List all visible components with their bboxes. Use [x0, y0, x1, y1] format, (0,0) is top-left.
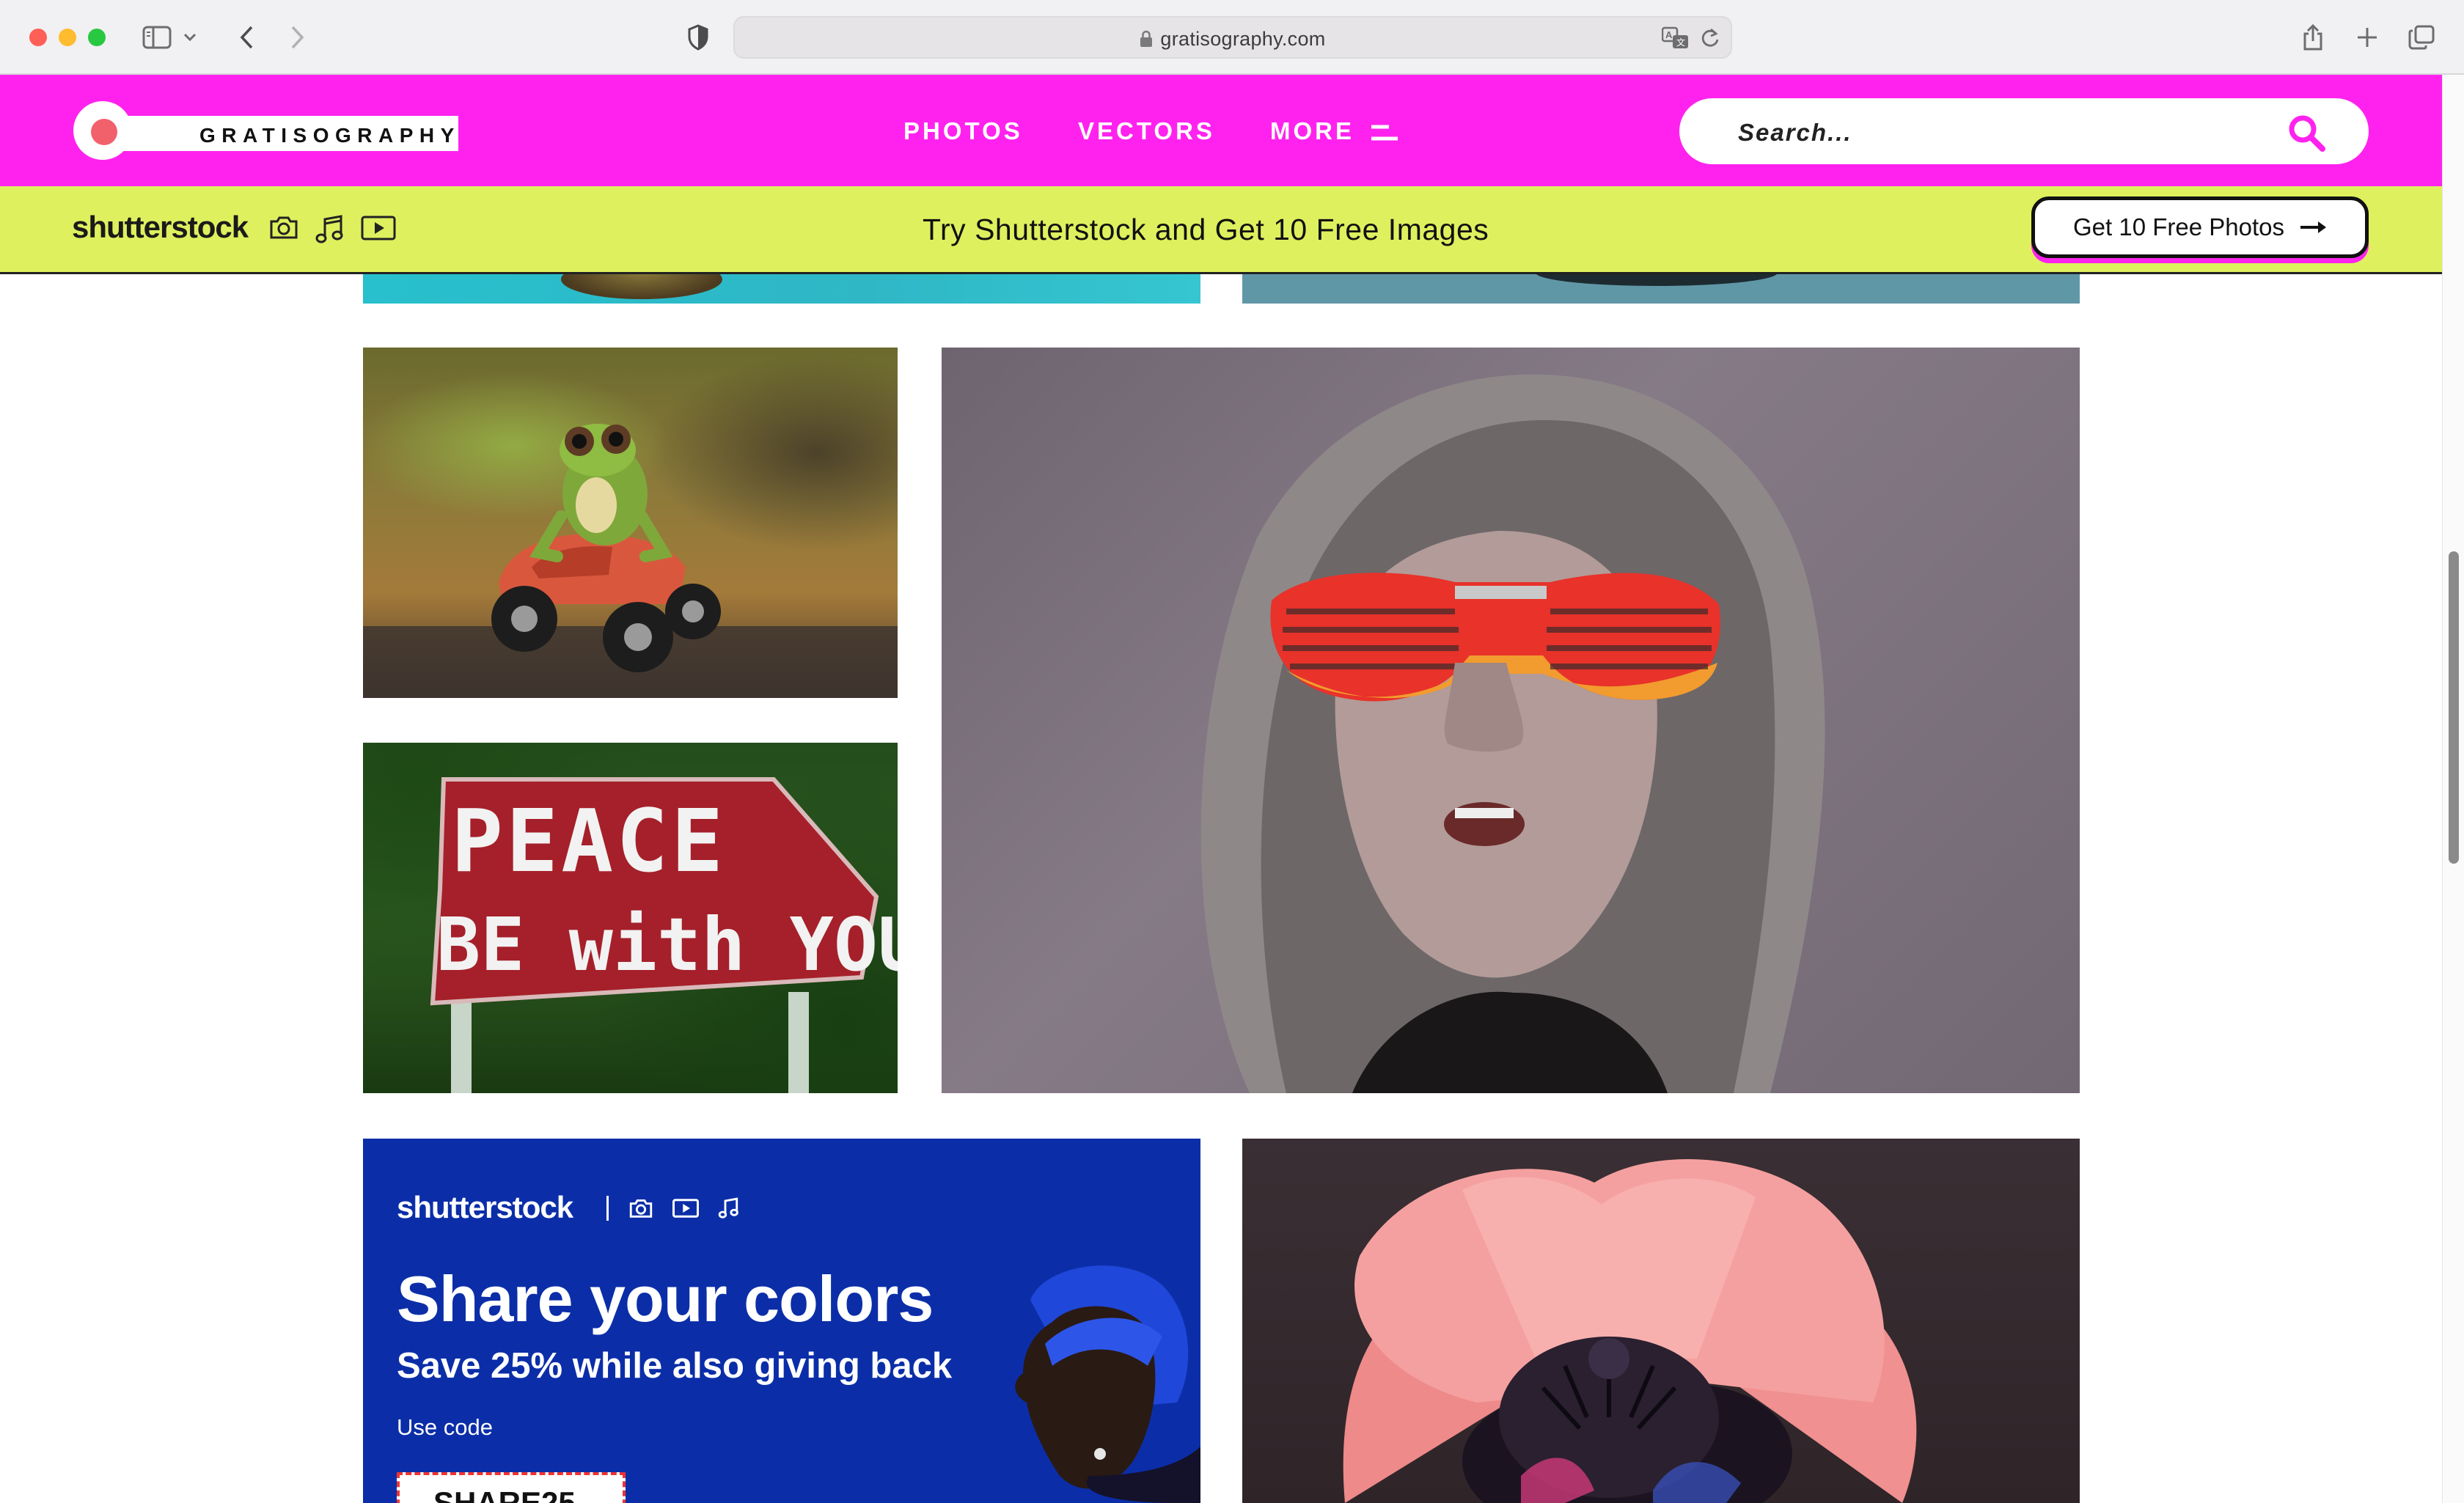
photo-peace-sign[interactable]: PEACE BE with YOU!: [363, 743, 898, 1093]
chevron-down-icon[interactable]: [179, 21, 201, 54]
peace-sign-line2: BE with YOU!: [436, 902, 898, 988]
get-free-photos-label: Get 10 Free Photos: [2073, 213, 2284, 240]
tabs-overview-icon[interactable]: [2404, 21, 2439, 54]
promo-text: Try Shutterstock and Get 10 Free Images: [923, 213, 1489, 246]
shutterstock-promo-bar: shutterstock Try Shutterstock and Get 10…: [0, 186, 2442, 274]
search-icon[interactable]: [2287, 113, 2326, 152]
site-header: GRATISOGRAPHY PHOTOS VECTORS MORE: [0, 75, 2442, 186]
svg-text:文: 文: [1676, 37, 1685, 48]
search-box: [1679, 98, 2369, 164]
media-type-icons: [268, 214, 396, 245]
svg-text:A: A: [1665, 29, 1673, 40]
ad-media-icons: [628, 1197, 740, 1219]
camera-icon: [628, 1197, 653, 1219]
close-window-button[interactable]: [29, 29, 47, 46]
ad-headline: Share your colors: [397, 1263, 934, 1335]
arrow-right-icon: [2299, 220, 2327, 235]
music-note-icon: [315, 214, 345, 245]
logo-dot: [91, 119, 117, 145]
ad-divider: [606, 1196, 609, 1221]
reload-icon[interactable]: [1700, 27, 1720, 49]
lock-icon: [1140, 30, 1153, 48]
translate-icon[interactable]: A文: [1662, 26, 1690, 50]
menu-icon[interactable]: [1370, 123, 1399, 142]
photo-man-shutter-shades[interactable]: [942, 348, 2080, 1093]
share-icon[interactable]: [2295, 21, 2331, 54]
address-bar[interactable]: gratisography.com A文: [733, 16, 1732, 59]
nav-vectors[interactable]: VECTORS: [1078, 117, 1215, 145]
photo-frog-on-car[interactable]: [363, 348, 898, 698]
photo-tile[interactable]: [1242, 274, 2080, 304]
music-note-icon: [718, 1197, 740, 1219]
zoom-window-button[interactable]: [88, 29, 106, 46]
photo-subject: [1536, 274, 1778, 286]
page-scrollbar[interactable]: [2442, 75, 2464, 1503]
ad-shutterstock-logo: shutterstock: [397, 1190, 573, 1224]
url-text: gratisography.com: [1160, 28, 1326, 50]
back-icon[interactable]: [229, 21, 264, 54]
scrollbar-thumb[interactable]: [2449, 551, 2459, 864]
new-tab-icon[interactable]: [2350, 21, 2385, 54]
logo-circle: [73, 101, 132, 160]
photo-pink-poppy[interactable]: [1242, 1139, 2080, 1503]
photo-tile[interactable]: [363, 274, 1200, 304]
nav-more[interactable]: MORE: [1270, 117, 1354, 145]
nav-photos[interactable]: PHOTOS: [903, 117, 1023, 145]
get-free-photos-button[interactable]: Get 10 Free Photos: [2031, 196, 2369, 258]
shutterstock-logo[interactable]: shutterstock: [72, 210, 249, 245]
peace-sign-line1: PEACE: [451, 790, 726, 892]
site-logo[interactable]: GRATISOGRAPHY: [73, 101, 461, 160]
video-icon: [672, 1197, 699, 1219]
ad-subheadline: Save 25% while also giving back: [397, 1346, 953, 1386]
logo-text: GRATISOGRAPHY: [199, 124, 461, 147]
search-input[interactable]: [1737, 116, 2238, 150]
camera-icon: [268, 214, 299, 245]
ad-model-image: [942, 1256, 1200, 1503]
browser-toolbar: gratisography.com A文: [0, 0, 2464, 75]
ad-use-code-label: Use code: [397, 1414, 493, 1440]
video-icon: [361, 214, 396, 245]
ad-promo-code: SHARE25: [397, 1472, 626, 1503]
shield-icon[interactable]: [681, 21, 716, 54]
photo-subject: [561, 274, 722, 299]
shutterstock-ad[interactable]: shutterstock Share your colors Save 25% …: [363, 1139, 1200, 1503]
sidebar-icon[interactable]: [139, 21, 175, 54]
forward-icon[interactable]: [280, 21, 315, 54]
minimize-window-button[interactable]: [59, 29, 76, 46]
